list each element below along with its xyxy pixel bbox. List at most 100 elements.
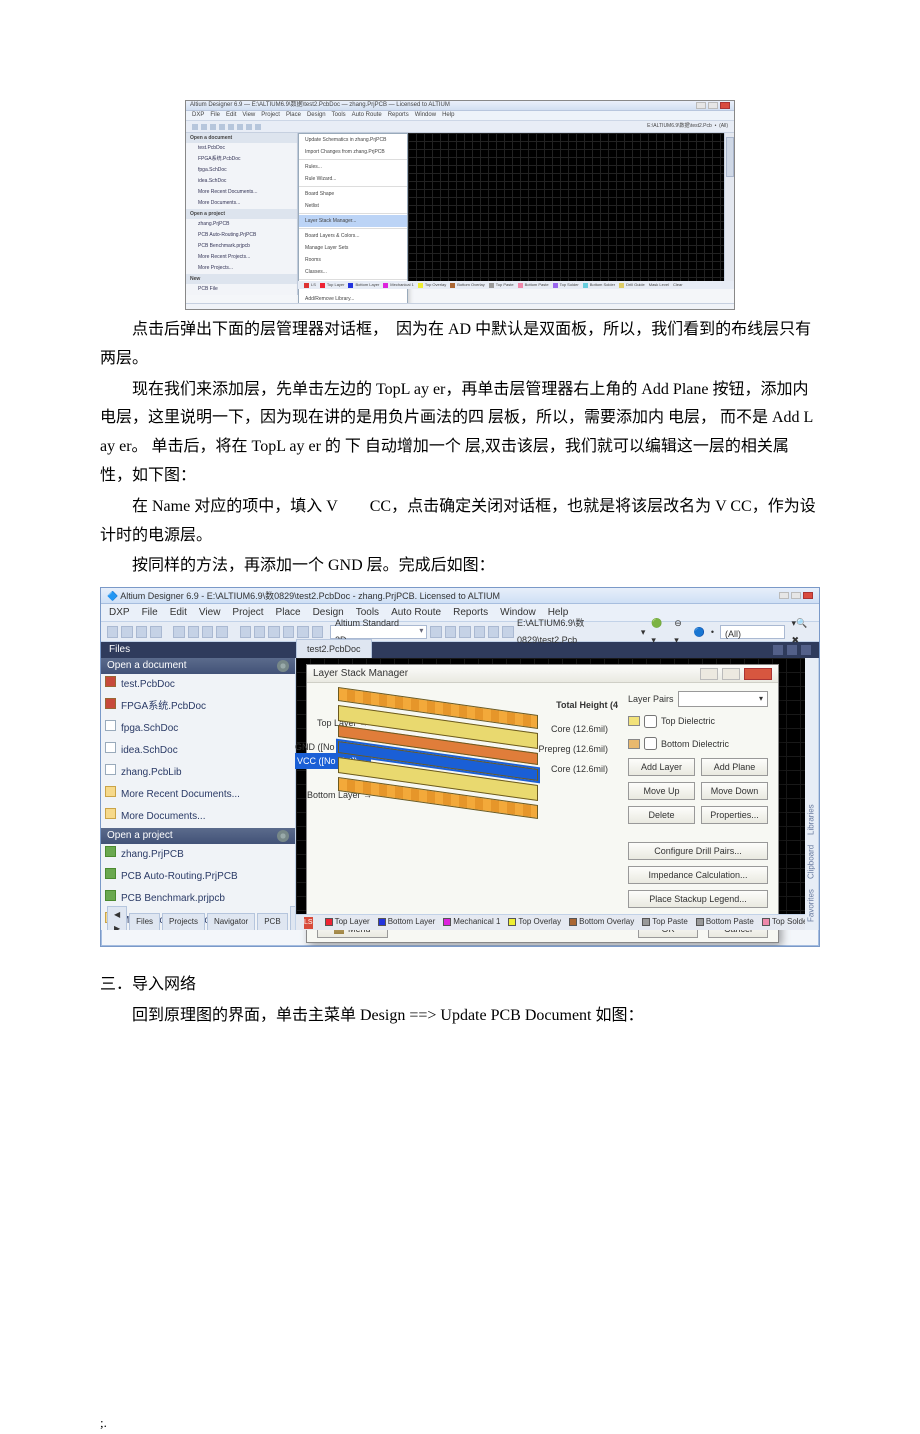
vertical-scrollbar[interactable] xyxy=(724,133,734,281)
layer-tab[interactable]: Top Overlay xyxy=(418,281,446,288)
menu-item[interactable]: DXP xyxy=(192,110,204,121)
minimize-icon[interactable] xyxy=(696,102,706,109)
add-plane-button[interactable]: Add Plane xyxy=(701,758,768,776)
toolbar-icon[interactable] xyxy=(107,626,118,638)
menu-item[interactable]: Edit xyxy=(226,110,236,121)
layer-tab[interactable]: Top Solder xyxy=(762,915,805,929)
panel-item[interactable]: FPGA系统.PcbDoc xyxy=(101,696,295,718)
toolbar-icon[interactable] xyxy=(488,626,499,638)
search-combo[interactable]: (All) xyxy=(719,123,728,129)
layer-tab[interactable]: Drill Guide xyxy=(619,281,645,288)
layer-tab[interactable]: Bottom Overlay xyxy=(569,915,634,929)
menu-item[interactable]: View xyxy=(242,110,255,121)
layer-tab[interactable]: Bottom Layer xyxy=(378,915,436,929)
menu-item[interactable]: Reports xyxy=(388,110,409,121)
panel-section-header[interactable]: Open a project xyxy=(186,209,297,219)
panel-item[interactable]: PCB Auto-Routing.PrjPCB xyxy=(101,866,295,888)
stackup-preview[interactable]: Top Layer GND ([No Net]) VCC ([No Net]) … xyxy=(317,691,618,908)
layer-tab[interactable]: Top Layer xyxy=(320,281,345,288)
view-combo[interactable]: Altium Standard 2D xyxy=(330,625,427,639)
delete-button[interactable]: Delete xyxy=(628,806,695,824)
layer-tab[interactable]: Bottom Overlay xyxy=(450,281,485,288)
right-side-tabs[interactable]: FavoritesClipboardLibraries xyxy=(805,658,819,930)
toolbar-icon[interactable] xyxy=(297,626,308,638)
panel-section-header[interactable]: Open a project xyxy=(101,828,295,844)
menu-item[interactable]: File xyxy=(142,604,158,622)
menu-item[interactable]: Project xyxy=(232,604,263,622)
toolbar-icon[interactable] xyxy=(210,124,216,130)
menu-item[interactable]: Auto Route xyxy=(352,110,382,121)
right-tab[interactable]: Libraries xyxy=(804,804,818,835)
panel-item[interactable]: PCB Benchmark.prjpcb xyxy=(186,241,297,252)
panel-item[interactable]: More Recent Documents... xyxy=(186,187,297,198)
layer-tabs[interactable]: LSTop LayerBottom LayerMechanical 1Top O… xyxy=(296,914,805,930)
panel-item[interactable]: zhang.PrjPCB xyxy=(101,844,295,866)
toolbar-icon[interactable] xyxy=(246,124,252,130)
panel-item[interactable]: More Documents... xyxy=(101,806,295,828)
add-layer-button[interactable]: Add Layer xyxy=(628,758,695,776)
layer-tab[interactable]: Top Solder xyxy=(553,281,579,288)
pcb-canvas[interactable] xyxy=(408,133,724,281)
configure-drill-pairs-button[interactable]: Configure Drill Pairs... xyxy=(628,842,768,860)
panel-item[interactable]: fpga.SchDoc xyxy=(101,718,295,740)
right-tab[interactable]: Favorites xyxy=(804,889,818,922)
menu-item[interactable]: Rules... xyxy=(299,161,407,173)
impedance-calc-button[interactable]: Impedance Calculation... xyxy=(628,866,768,884)
menu-item[interactable]: Manage Layer Sets xyxy=(299,242,407,254)
toolbar-icon[interactable] xyxy=(502,626,513,638)
maximize-icon[interactable] xyxy=(791,592,801,599)
layer-tab[interactable]: Clear xyxy=(673,281,683,288)
layer-tab[interactable]: Bottom Paste xyxy=(696,915,754,929)
menu-item[interactable]: Board Shape xyxy=(299,188,407,200)
layer-tab[interactable]: Mechanical 1 xyxy=(443,915,500,929)
toolbar-icon[interactable] xyxy=(255,124,261,130)
maximize-icon[interactable] xyxy=(708,102,718,109)
panel-item[interactable]: idea.SchDoc xyxy=(186,176,297,187)
panel-item[interactable]: test.PcbDoc xyxy=(101,674,295,696)
minimize-icon[interactable] xyxy=(700,668,718,680)
toolbar-icon[interactable] xyxy=(202,626,213,638)
panel-section-header[interactable]: Open a document xyxy=(186,133,297,143)
toolbar-icon[interactable] xyxy=(136,626,147,638)
menu-item[interactable]: File xyxy=(210,110,220,121)
menu-item[interactable]: Import Changes from zhang.PrjPCB xyxy=(299,146,407,158)
layer-tab[interactable]: Mechanical 1 xyxy=(383,281,414,288)
panel-item[interactable]: More Recent Projects... xyxy=(186,252,297,263)
layer-tab[interactable]: Top Paste xyxy=(642,915,688,929)
menu-item[interactable]: Tools xyxy=(332,110,346,121)
toolbar-icon[interactable] xyxy=(268,626,279,638)
doc-tab[interactable]: test2.PcbDoc xyxy=(296,639,372,658)
toolbar-icon[interactable] xyxy=(150,626,161,638)
panel-item[interactable]: PCB Benchmark.prjpcb xyxy=(101,888,295,910)
panel-item[interactable]: More Projects... xyxy=(186,263,297,274)
layer-tab[interactable]: Bottom Paste xyxy=(518,281,549,288)
place-stackup-legend-button[interactable]: Place Stackup Legend... xyxy=(628,890,768,908)
toolbar-icon[interactable] xyxy=(240,626,251,638)
toolbar-icon[interactable] xyxy=(228,124,234,130)
sidebar-tab[interactable]: Files xyxy=(129,913,160,930)
panel-item[interactable]: fpga.SchDoc xyxy=(186,165,297,176)
bottom-dielectric-checkbox[interactable] xyxy=(644,737,657,750)
panel-item[interactable]: test.PcbDoc xyxy=(186,143,297,154)
menu-item[interactable]: Place xyxy=(276,604,301,622)
toolbar-icon[interactable] xyxy=(173,626,184,638)
close-icon[interactable] xyxy=(801,645,811,655)
toolbar-icon[interactable] xyxy=(219,124,225,130)
pin-icon[interactable] xyxy=(787,645,797,655)
panel-item[interactable]: PCB File xyxy=(186,284,297,295)
toolbar-icon[interactable] xyxy=(283,626,294,638)
layer-tab[interactable]: Top Layer xyxy=(325,915,370,929)
toolbar-icon[interactable] xyxy=(188,626,199,638)
toolbar-icon[interactable] xyxy=(254,626,265,638)
layer-tab[interactable]: Bottom Solder xyxy=(583,281,615,288)
menu-item[interactable]: Help xyxy=(442,110,454,121)
menu-item[interactable]: Netlist xyxy=(299,200,407,212)
toolbar-icon[interactable] xyxy=(237,124,243,130)
toolbar-icon[interactable] xyxy=(474,626,485,638)
ls-button[interactable]: LS xyxy=(304,917,313,929)
menu-item[interactable]: Reports xyxy=(453,604,488,622)
move-up-button[interactable]: Move Up xyxy=(628,782,695,800)
panel-header-buttons[interactable] xyxy=(773,645,811,655)
nav-arrows[interactable]: ◀ ▶ xyxy=(107,906,127,930)
panel-item[interactable]: More Documents... xyxy=(186,198,297,209)
